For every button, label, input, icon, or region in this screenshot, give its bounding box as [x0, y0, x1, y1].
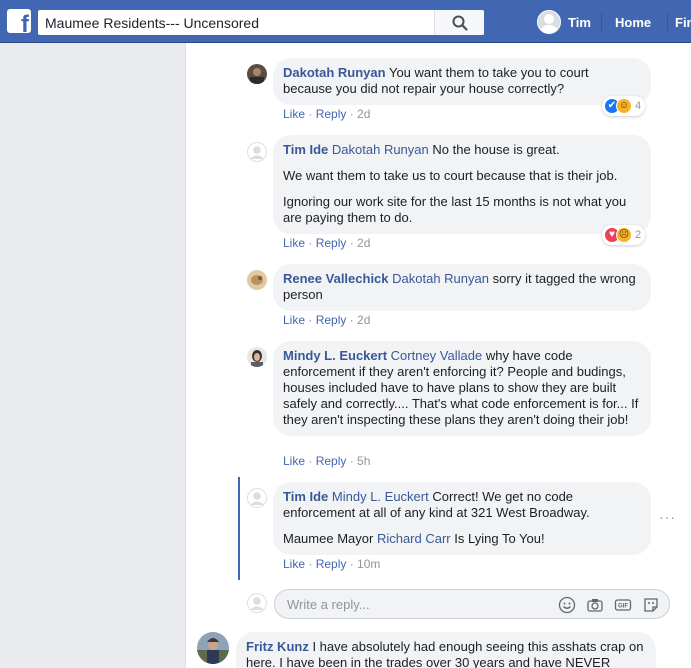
comment-paragraph: Maumee Mayor	[283, 531, 374, 546]
haha-reaction-icon: ☺	[616, 98, 632, 114]
comment-text: Correct! We get no code enforcement at a…	[283, 489, 590, 520]
tagged-user[interactable]: Mindy L. Euckert	[332, 489, 429, 504]
comment-paragraph: We want them to take us to court because…	[283, 168, 618, 183]
comment-actions: Like · Reply · 10m	[283, 557, 381, 571]
tagged-user[interactable]: Dakotah Runyan	[332, 142, 429, 157]
comment-bubble: Mindy L. Euckert Cortney Vallade why hav…	[273, 341, 651, 436]
comment-timestamp[interactable]: 5h	[357, 454, 370, 468]
gif-icon[interactable]: GIF	[614, 596, 632, 614]
comment-author[interactable]: Tim Ide	[283, 142, 328, 157]
emoji-icon[interactable]	[558, 596, 576, 614]
profile-name: Tim	[568, 14, 591, 30]
comment-actions: Like · Reply · 2d	[283, 236, 371, 250]
comment-text: No the house is great.	[432, 142, 560, 157]
like-button[interactable]: Like	[283, 313, 305, 327]
sticker-icon[interactable]	[642, 596, 660, 614]
tagged-user[interactable]: Richard Carr	[377, 531, 451, 546]
like-button[interactable]: Like	[283, 236, 305, 250]
comment-paragraph: Ignoring our work site for the last 15 m…	[283, 194, 627, 225]
reaction-summary[interactable]: ✔ ☺ 4	[602, 96, 646, 116]
search-icon	[452, 15, 468, 31]
left-pane	[0, 43, 185, 668]
search-input[interactable]	[38, 10, 438, 35]
divider	[601, 13, 602, 31]
profile-link[interactable]: Tim	[537, 10, 591, 34]
comment-timestamp[interactable]: 2d	[357, 107, 370, 121]
reply-button[interactable]: Reply	[316, 236, 347, 250]
reaction-count: 2	[635, 229, 642, 241]
search-button[interactable]	[434, 10, 484, 35]
comment-paragraph: Is Lying To You!	[454, 531, 545, 546]
reply-button[interactable]: Reply	[316, 313, 347, 327]
home-link[interactable]: Home	[615, 15, 651, 30]
tagged-user[interactable]: Cortney Vallade	[391, 348, 483, 363]
reply-composer: GIF	[274, 589, 670, 619]
search-bar	[38, 10, 484, 35]
facebook-logo-icon[interactable]: f	[7, 9, 31, 33]
reply-button[interactable]: Reply	[316, 107, 347, 121]
avatar[interactable]	[247, 142, 267, 162]
sad-reaction-icon: ☹	[616, 227, 632, 243]
comment-author[interactable]: Fritz Kunz	[246, 639, 309, 654]
comment-bubble: Fritz Kunz I have absolutely had enough …	[236, 632, 656, 668]
comment-bubble: Tim Ide Dakotah Runyan No the house is g…	[273, 135, 651, 234]
comment-timestamp[interactable]: 10m	[357, 557, 380, 571]
avatar[interactable]	[247, 488, 267, 508]
find-friends-link[interactable]: Fin	[675, 15, 691, 30]
reply-input[interactable]	[287, 596, 537, 613]
comment-thread: Dakotah Runyan You want them to take you…	[185, 43, 691, 668]
like-button[interactable]: Like	[283, 107, 305, 121]
comment-actions: Like · Reply · 5h	[283, 454, 371, 468]
avatar	[247, 593, 267, 613]
reply-button[interactable]: Reply	[316, 454, 347, 468]
avatar[interactable]	[197, 632, 229, 664]
avatar	[537, 10, 561, 34]
comment-bubble: Dakotah Runyan You want them to take you…	[273, 58, 651, 105]
avatar[interactable]	[247, 270, 267, 290]
comment-author[interactable]: Renee Vallechick	[283, 271, 389, 286]
comment-author[interactable]: Dakotah Runyan	[283, 65, 386, 80]
like-button[interactable]: Like	[283, 454, 305, 468]
comment-bubble: Tim Ide Mindy L. Euckert Correct! We get…	[273, 482, 651, 555]
highlight-indicator	[238, 477, 240, 580]
reply-button[interactable]: Reply	[316, 557, 347, 571]
more-options-icon[interactable]: ···	[659, 509, 676, 525]
top-navigation-bar: f Tim Home Fin	[0, 0, 691, 43]
tagged-user[interactable]: Dakotah Runyan	[392, 271, 489, 286]
reaction-count: 4	[635, 100, 642, 112]
comment-bubble: Renee Vallechick Dakotah Runyan sorry it…	[273, 264, 651, 311]
divider	[667, 13, 668, 31]
comment-actions: Like · Reply · 2d	[283, 107, 371, 121]
comment-author[interactable]: Tim Ide	[283, 489, 328, 504]
comment-timestamp[interactable]: 2d	[357, 313, 370, 327]
reaction-summary[interactable]: ♥ ☹ 2	[602, 225, 646, 245]
avatar[interactable]	[247, 64, 267, 84]
svg-text:GIF: GIF	[618, 604, 628, 610]
like-button[interactable]: Like	[283, 557, 305, 571]
comment-timestamp[interactable]: 2d	[357, 236, 370, 250]
comment-actions: Like · Reply · 2d	[283, 313, 371, 327]
comment-author[interactable]: Mindy L. Euckert	[283, 348, 387, 363]
camera-icon[interactable]	[586, 596, 604, 614]
avatar[interactable]	[247, 347, 267, 367]
